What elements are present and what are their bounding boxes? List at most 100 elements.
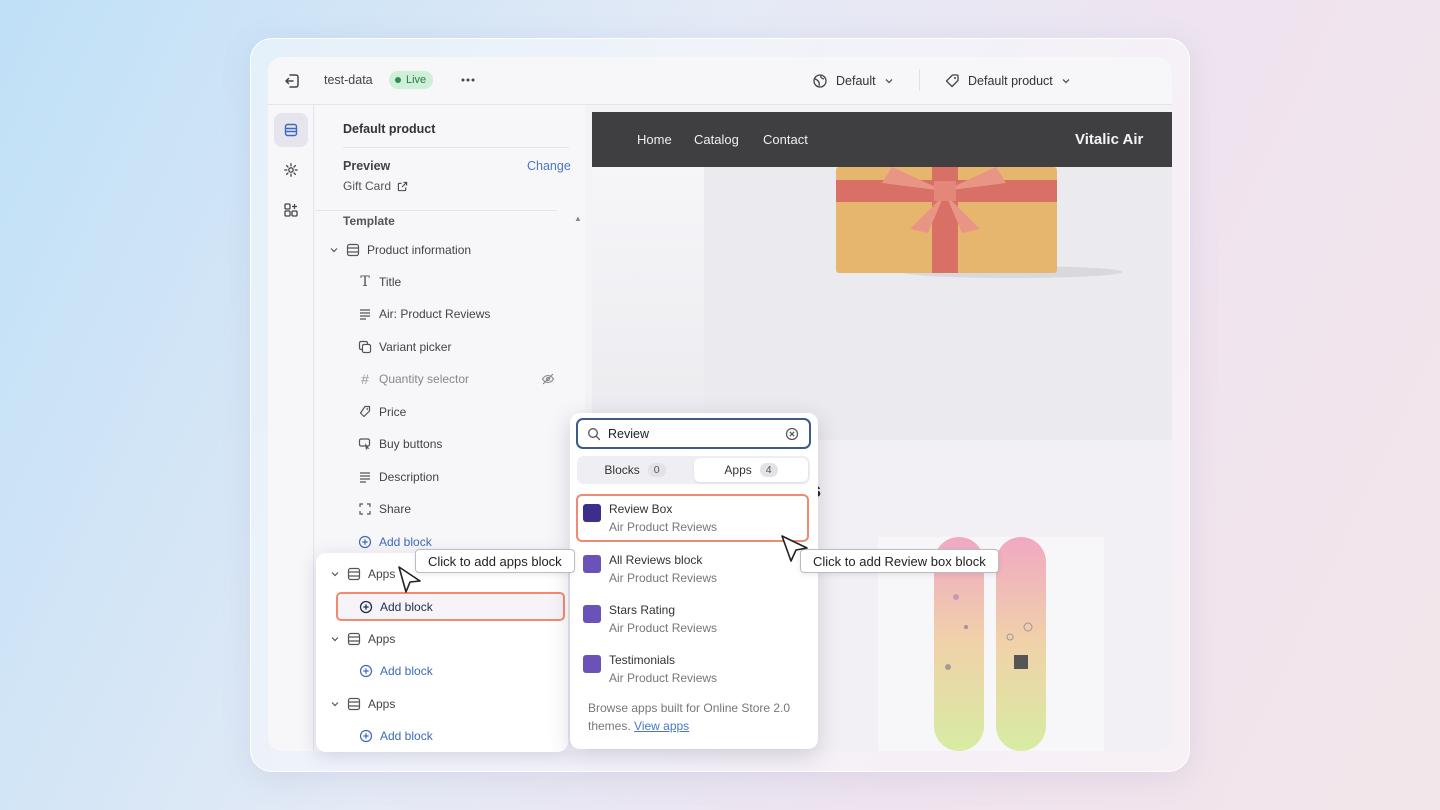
text-lines-icon [360,309,370,320]
section-label: Product information [367,243,472,257]
result-app: Air Product Reviews [609,671,718,685]
panel-title: Default product [343,122,436,136]
tab-apps[interactable]: Apps 4 [694,458,808,482]
apps-add-block-button[interactable]: Add block [359,596,433,618]
tooltip-add-apps-block: Click to add apps block [415,549,575,573]
plus-circle-icon [359,600,373,614]
share-frame-icon [359,503,371,515]
change-preview-link[interactable]: Change [527,159,571,173]
block-label: Quantity selector [379,372,470,386]
block-label: Title [379,275,402,289]
section-icon [347,567,361,581]
sections-icon [284,123,298,137]
tab-count: 4 [759,463,778,477]
block-variant-picker[interactable]: Variant picker [358,336,451,358]
cursor-click-icon [358,438,371,451]
chevron-down-icon [330,248,338,253]
result-testimonials[interactable]: Testimonials Air Product Reviews [583,649,808,693]
block-search-input[interactable]: Review [576,418,811,449]
section-label: Apps [368,567,396,581]
view-apps-link[interactable]: View apps [634,719,689,733]
tooltip-add-review-box: Click to add Review box block [800,549,999,573]
hash-icon: # [361,371,369,387]
chevron-down-icon [885,79,893,84]
apps-add-block-button[interactable]: Add block [359,725,433,747]
apps-rail-button[interactable] [274,193,308,227]
section-apps-1[interactable]: Apps [330,563,395,585]
preview-product[interactable]: Gift Card [343,179,408,193]
clear-search-icon[interactable] [785,427,799,441]
template-selector-label: Default product [968,74,1053,88]
theme-selector[interactable]: Default [812,71,894,91]
block-description[interactable]: Description [358,466,439,488]
tab-label: Blocks [604,463,640,477]
cursor-pointer-icon [781,535,808,562]
store-name: test-data [324,73,373,87]
sections-rail-button[interactable] [274,113,308,147]
tooltip-text: Click to add Review box block [813,553,986,569]
search-query: Review [608,426,649,441]
block-air-product-reviews[interactable]: Air: Product Reviews [358,303,490,325]
section-icon [346,243,360,257]
section-icon [347,697,361,711]
template-selector[interactable]: Default product [944,71,1071,91]
result-all-reviews-block[interactable]: All Reviews block Air Product Reviews [583,549,808,593]
section-product-information[interactable]: Product information [329,239,471,261]
add-block-label: Add block [380,600,433,614]
external-link-icon [397,181,408,191]
chevron-down-icon [331,572,339,577]
result-app: Air Product Reviews [609,621,718,635]
cursor-pointer-icon [398,566,421,593]
template-heading: Template [343,214,395,228]
live-status-label: Live [406,74,427,86]
search-tabs: Blocks 0 Apps 4 [577,456,810,484]
block-title[interactable]: T Title [358,271,401,293]
block-label: Air: Product Reviews [379,307,491,321]
nav-link-contact[interactable]: Contact [763,132,808,147]
section-apps-2[interactable]: Apps [330,628,395,650]
search-icon [588,427,601,440]
block-label: Variant picker [379,340,452,354]
add-block-label: Add block [379,535,432,549]
live-status-badge: Live [389,71,434,89]
product-hero [592,167,1172,442]
globe-icon [813,74,827,88]
top-bar: test-data Live Default Default product [268,57,1172,105]
gear-icon [284,163,298,177]
section-icon [347,632,361,646]
preview-label: Preview [343,159,391,173]
result-review-box[interactable]: Review Box Air Product Reviews [583,498,808,542]
apps-add-block-button[interactable]: Add block [359,660,433,682]
block-label: Price [379,405,407,419]
nav-link-home[interactable]: Home [637,132,672,147]
settings-rail-button[interactable] [274,153,308,187]
variant-icon [358,340,372,354]
block-share[interactable]: Share [358,498,411,520]
plus-circle-icon [358,535,372,549]
add-block-label: Add block [380,729,433,743]
store-header: Home Catalog Contact Vitalic Air [592,112,1172,167]
block-buy-buttons[interactable]: Buy buttons [358,433,442,455]
exit-icon[interactable] [282,71,302,91]
plus-circle-icon [359,729,373,743]
scroll-up-icon[interactable]: ▲ [574,214,582,223]
browse-apps-text: Browse apps built for Online Store 2.0 t… [588,699,810,735]
section-apps-3[interactable]: Apps [330,693,395,715]
text-lines-icon [360,472,370,483]
app-logo-icon [583,555,601,573]
tab-blocks[interactable]: Blocks 0 [579,458,691,482]
title-icon: T [360,274,370,290]
plus-circle-icon [359,664,373,678]
live-dot-icon [395,77,401,83]
result-name: Review Box [609,502,673,516]
nav-link-catalog[interactable]: Catalog [694,132,739,147]
result-app: Air Product Reviews [609,520,718,534]
chevron-down-icon [331,637,339,642]
chevron-down-icon [1062,79,1070,84]
more-options-icon[interactable] [458,70,478,90]
block-price[interactable]: Price [358,401,406,423]
result-stars-rating[interactable]: Stars Rating Air Product Reviews [583,599,808,643]
block-quantity-selector[interactable]: # Quantity selector [358,368,558,390]
eye-hidden-icon[interactable] [541,372,555,386]
preview-product-label: Gift Card [343,179,392,193]
